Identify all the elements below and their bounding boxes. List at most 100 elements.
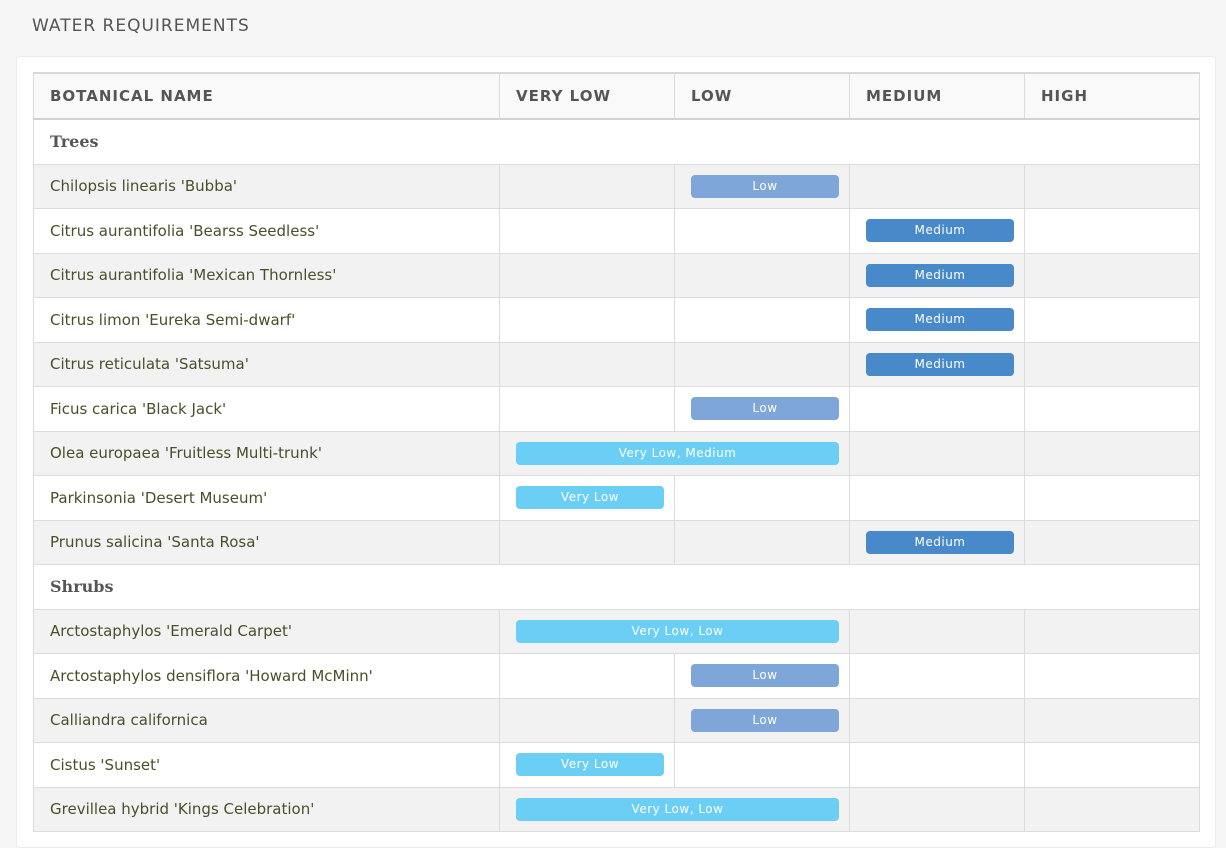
empty-cell (499, 386, 675, 432)
water-level-badge: Medium (866, 308, 1014, 332)
table-row: Parkinsonia 'Desert Museum' Very Low (33, 475, 1200, 521)
empty-cell (849, 608, 1025, 654)
empty-cell (1024, 430, 1200, 476)
water-level-cell: Low (674, 386, 850, 432)
table-row: Citrus aurantifolia 'Mexican Thornless' M… (33, 252, 1200, 298)
botanical-name-cell: Grevillea hybrid 'Kings Celebration' (33, 786, 500, 832)
empty-cell (1024, 742, 1200, 788)
table-row: Calliandra californica Low (33, 697, 1200, 743)
water-level-cell: Low (674, 653, 850, 699)
header-low: LOW (674, 72, 850, 120)
water-level-cell: Very Low (499, 475, 675, 521)
empty-cell (1024, 341, 1200, 387)
group-row: Trees (33, 118, 1200, 165)
water-level-badge: Very Low, Low (516, 619, 839, 643)
water-level-cell: Medium (849, 297, 1025, 343)
water-level-cell: Very Low, Medium (499, 430, 850, 476)
group-name: Trees (33, 118, 1200, 165)
header-medium: MEDIUM (849, 72, 1025, 120)
table-row: Citrus aurantifolia 'Bearss Seedless' Med… (33, 208, 1200, 254)
water-level-badge: Medium (866, 530, 1014, 554)
table-row: Citrus reticulata 'Satsuma' Medium (33, 341, 1200, 387)
table-row: Cistus 'Sunset' Very Low (33, 742, 1200, 788)
table-row: Citrus limon 'Eureka Semi-dwarf' Medium (33, 297, 1200, 343)
empty-cell (1024, 475, 1200, 521)
water-level-badge: Very Low (516, 486, 664, 510)
header-very-low: VERY LOW (499, 72, 675, 120)
empty-cell (849, 653, 1025, 699)
empty-cell (1024, 519, 1200, 565)
empty-cell (499, 697, 675, 743)
table-row: Ficus carica 'Black Jack' Low (33, 386, 1200, 432)
water-level-cell: Low (674, 163, 850, 209)
empty-cell (1024, 297, 1200, 343)
empty-cell (499, 653, 675, 699)
empty-cell (849, 697, 1025, 743)
empty-cell (849, 430, 1025, 476)
botanical-name-cell: Prunus salicina 'Santa Rosa' (33, 519, 500, 565)
table-row: Arctostaphylos densiflora 'Howard McMinn… (33, 653, 1200, 699)
water-level-badge: Very Low (516, 753, 664, 777)
empty-cell (674, 252, 850, 298)
botanical-name-cell: Citrus aurantifolia 'Mexican Thornless' (33, 252, 500, 298)
botanical-name-cell: Ficus carica 'Black Jack' (33, 386, 500, 432)
table-row: Olea europaea 'Fruitless Multi-trunk' Ver… (33, 430, 1200, 476)
table-row: Chilopsis linearis 'Bubba' Low (33, 163, 1200, 209)
table-row: Arctostaphylos 'Emerald Carpet' Very Low,… (33, 608, 1200, 654)
empty-cell (1024, 208, 1200, 254)
empty-cell (849, 786, 1025, 832)
page-title: WATER REQUIREMENTS (32, 16, 250, 36)
empty-cell (674, 208, 850, 254)
botanical-name-cell: Olea europaea 'Fruitless Multi-trunk' (33, 430, 500, 476)
empty-cell (1024, 386, 1200, 432)
empty-cell (1024, 608, 1200, 654)
water-level-cell: Medium (849, 341, 1025, 387)
botanical-name-cell: Citrus limon 'Eureka Semi-dwarf' (33, 297, 500, 343)
water-level-badge: Low (691, 708, 839, 732)
empty-cell (499, 341, 675, 387)
water-level-cell: Very Low, Low (499, 608, 850, 654)
empty-cell (674, 297, 850, 343)
botanical-name-cell: Calliandra californica (33, 697, 500, 743)
water-level-badge: Medium (866, 263, 1014, 287)
botanical-name-cell: Citrus aurantifolia 'Bearss Seedless' (33, 208, 500, 254)
water-level-cell: Very Low, Low (499, 786, 850, 832)
botanical-name-cell: Citrus reticulata 'Satsuma' (33, 341, 500, 387)
group-row: Shrubs (33, 564, 1200, 610)
table-header-row: BOTANICAL NAME VERY LOW LOW MEDIUM HIGH (33, 72, 1200, 120)
water-requirements-panel: BOTANICAL NAME VERY LOW LOW MEDIUM HIGH … (16, 56, 1216, 848)
botanical-name-cell: Cistus 'Sunset' (33, 742, 500, 788)
header-botanical-name: BOTANICAL NAME (33, 72, 500, 120)
empty-cell (849, 386, 1025, 432)
table-row: Prunus salicina 'Santa Rosa' Medium (33, 519, 1200, 565)
water-level-cell: Medium (849, 519, 1025, 565)
empty-cell (849, 163, 1025, 209)
empty-cell (1024, 786, 1200, 832)
table-row: Grevillea hybrid 'Kings Celebration' Very… (33, 786, 1200, 832)
empty-cell (1024, 252, 1200, 298)
group-name: Shrubs (33, 564, 1200, 610)
botanical-name-cell: Chilopsis linearis 'Bubba' (33, 163, 500, 209)
empty-cell (674, 742, 850, 788)
water-level-badge: Very Low, Low (516, 797, 839, 821)
header-high: HIGH (1024, 72, 1200, 120)
empty-cell (849, 475, 1025, 521)
empty-cell (499, 519, 675, 565)
water-level-badge: Low (691, 664, 839, 688)
water-level-badge: Very Low, Medium (516, 441, 839, 465)
table-body: Trees Chilopsis linearis 'Bubba' Low Citrus… (33, 118, 1200, 832)
water-level-badge: Medium (866, 352, 1014, 376)
water-level-cell: Medium (849, 208, 1025, 254)
empty-cell (674, 475, 850, 521)
water-level-badge: Medium (866, 219, 1014, 243)
water-level-badge: Low (691, 174, 839, 198)
empty-cell (499, 297, 675, 343)
water-requirements-table: BOTANICAL NAME VERY LOW LOW MEDIUM HIGH … (33, 72, 1200, 832)
empty-cell (499, 163, 675, 209)
empty-cell (1024, 697, 1200, 743)
water-level-cell: Medium (849, 252, 1025, 298)
water-level-cell: Low (674, 697, 850, 743)
empty-cell (499, 252, 675, 298)
botanical-name-cell: Arctostaphylos 'Emerald Carpet' (33, 608, 500, 654)
botanical-name-cell: Parkinsonia 'Desert Museum' (33, 475, 500, 521)
